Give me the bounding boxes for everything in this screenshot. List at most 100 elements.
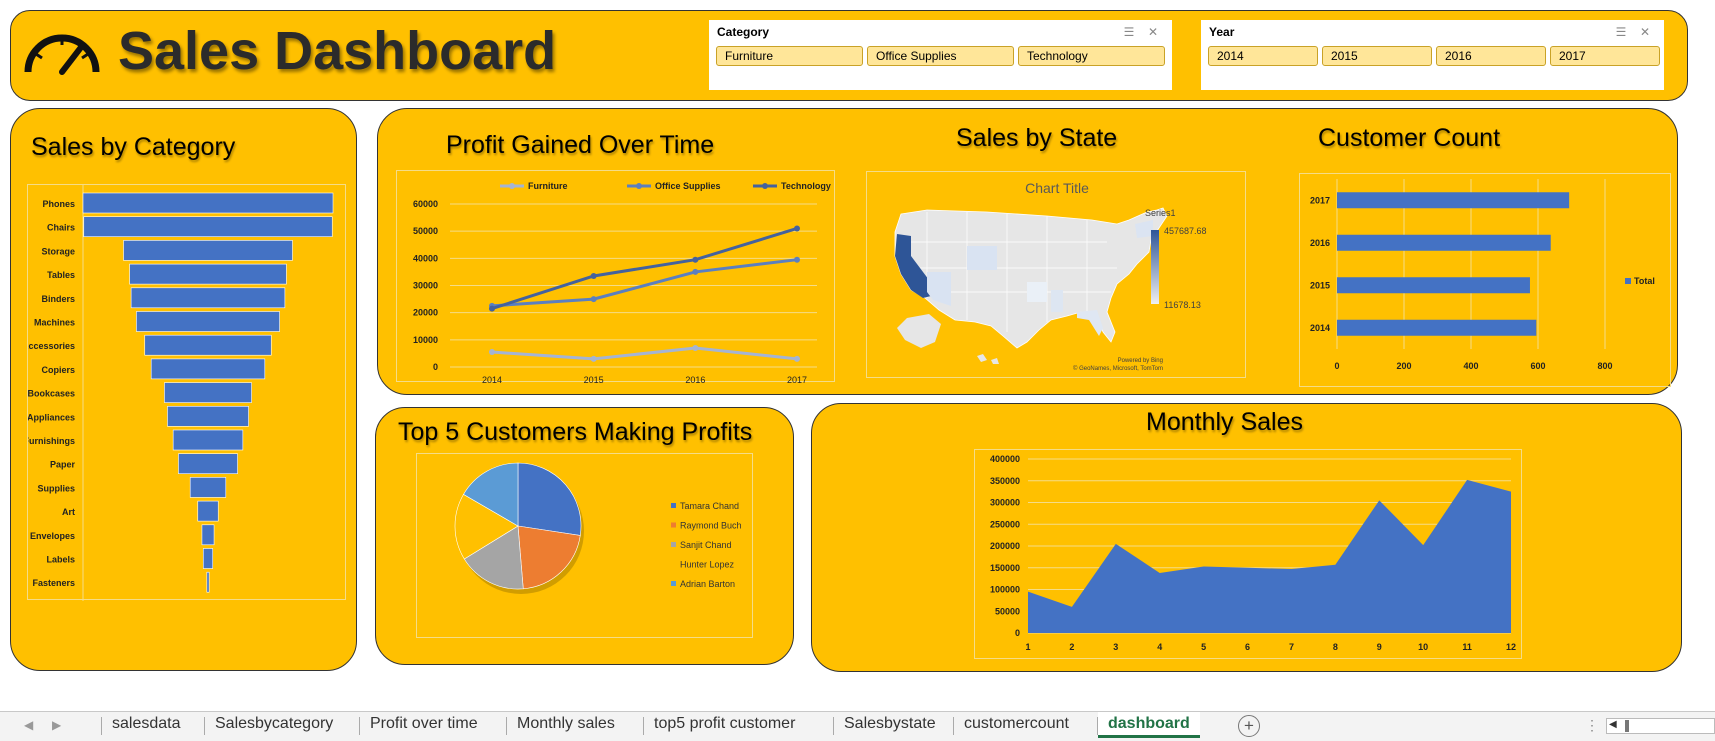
category-item-technology[interactable]: Technology (1018, 46, 1165, 66)
category-label: Copiers (41, 365, 75, 375)
profit-over-time-title: Profit Gained Over Time (446, 131, 715, 159)
year-slicer[interactable]: Year ☰ ✕ 2014 2015 2016 2017 (1201, 20, 1664, 90)
category-bar (197, 500, 219, 522)
sheet-tab-customercount[interactable]: customercount (954, 712, 1079, 738)
profit-point (692, 256, 699, 263)
profit-x-tick: 2015 (584, 375, 604, 383)
customer-x-tick: 0 (1334, 361, 1339, 371)
clear-filter-icon[interactable]: ✕ (1146, 25, 1160, 39)
monthly-y-tick: 250000 (990, 519, 1020, 529)
scroll-right-icon[interactable]: ▶ (52, 718, 61, 732)
sheet-tab-salesbystate[interactable]: Salesbystate (834, 712, 946, 738)
category-slicer-title: Category (717, 25, 770, 39)
category-label: Machines (34, 318, 75, 328)
profit-point (794, 256, 800, 263)
sales-by-category-plot[interactable]: Phones Chairs Storage Tables Binders Machines… (22, 184, 346, 601)
profit-over-time-plot[interactable]: 0 10000 20000 30000 40000 50000 60000 2014 2015 2… (396, 170, 835, 385)
category-bar (167, 406, 249, 427)
pie-legend-label: Sanjit Chand (680, 540, 732, 550)
pie-legend-swatch (671, 561, 676, 567)
category-bar (201, 524, 215, 546)
multi-select-icon[interactable]: ☰ (1614, 25, 1628, 39)
category-bar (164, 382, 252, 403)
map-legend-max: 457687.68 (1164, 226, 1207, 236)
profit-y-tick: 40000 (413, 253, 438, 263)
profit-y-tick: 20000 (413, 308, 438, 318)
profit-y-tick: 60000 (413, 199, 438, 209)
category-bar (130, 287, 286, 309)
profit-y-tick: 10000 (413, 335, 438, 345)
category-label: Furnishings (28, 436, 75, 446)
sales-by-category-title: Sales by Category (31, 133, 236, 161)
sheet-tab-top5-profit-customer[interactable]: top5 profit customer (644, 712, 805, 738)
monthly-x-tick: 7 (1289, 642, 1294, 652)
customer-x-tick: 800 (1597, 361, 1612, 371)
sheet-tab-salesbycategory[interactable]: Salesbycategory (205, 712, 343, 738)
multi-select-icon[interactable]: ☰ (1122, 25, 1136, 39)
pie-slice (517, 525, 581, 590)
category-item-furniture[interactable]: Furniture (716, 46, 863, 66)
category-label: Supplies (37, 483, 75, 493)
horizontal-scrollbar[interactable]: ◀ (1606, 718, 1715, 734)
customer-x-tick: 400 (1463, 361, 1478, 371)
category-label: Storage (41, 246, 75, 256)
monthly-x-tick: 11 (1462, 642, 1472, 652)
profit-point (590, 296, 597, 303)
dashboard-canvas: Sales Dashboard Category ☰ ✕ Furniture O… (0, 0, 1715, 741)
profit-point (794, 225, 800, 232)
profit-y-tick: 0 (433, 362, 438, 372)
category-bar (83, 216, 333, 238)
top5-customers-plot[interactable]: Tamara Chand Raymond Buch Sanjit Chand Hunt… (416, 453, 753, 638)
sheet-tab-monthly-sales[interactable]: Monthly sales (507, 712, 625, 738)
category-funnel-chart: Phones Chairs Storage Tables Binders Machines… (22, 185, 334, 601)
pie-slice (517, 462, 582, 536)
sales-by-state-plot[interactable]: Chart Title Series1 457687.68 11678.13 P… (866, 171, 1246, 378)
profit-point (590, 355, 597, 362)
year-slicer-title: Year (1209, 25, 1235, 39)
category-bar (178, 453, 238, 475)
monthly-y-tick: 50000 (995, 606, 1020, 616)
us-map: Chart Title Series1 457687.68 11678.13 P… (894, 180, 1207, 372)
category-bar (136, 311, 280, 332)
sheet-tab-profit-over-time[interactable]: Profit over time (360, 712, 488, 738)
profit-point (590, 272, 597, 279)
monthly-x-tick: 1 (1025, 642, 1030, 652)
category-item-office-supplies[interactable]: Office Supplies (867, 46, 1014, 66)
page-title: Sales Dashboard (118, 21, 557, 81)
sheet-tab-dashboard[interactable]: dashboard (1098, 712, 1200, 738)
profit-legend-label: Technology (781, 181, 831, 191)
map-legend-min: 11678.13 (1164, 300, 1201, 310)
year-item-2017[interactable]: 2017 (1550, 46, 1660, 66)
sheet-tab-salesdata[interactable]: salesdata (102, 712, 191, 738)
category-label: Labels (46, 555, 75, 565)
tab-split-handle[interactable]: ⋮ (1585, 717, 1599, 734)
scroll-left-icon[interactable]: ◀ (24, 718, 33, 732)
year-item-2014[interactable]: 2014 (1208, 46, 1318, 66)
monthly-y-tick: 200000 (990, 541, 1020, 551)
top5-pie-chart: Tamara Chand Raymond Buch Sanjit Chand Hunt… (454, 462, 742, 594)
monthly-sales-plot[interactable]: 0 50000 100000 150000 200000 250000 300000 3500… (974, 449, 1522, 659)
scrollbar-thumb[interactable] (1625, 720, 1629, 732)
category-bar (206, 571, 210, 593)
map-chart-title: Chart Title (1025, 180, 1089, 196)
add-sheet-button[interactable]: + (1238, 715, 1260, 737)
customer-bar (1337, 234, 1551, 251)
pie-legend-swatch (671, 522, 676, 528)
customer-count-plot[interactable]: 0 200 400 600 800 2017 2016 2015 2014 Total (1299, 173, 1671, 387)
scroll-left-arrow-icon[interactable]: ◀ (1609, 719, 1617, 730)
customer-y-tick: 2017 (1310, 195, 1330, 205)
profit-point (489, 305, 495, 312)
category-label: Tables (47, 270, 75, 280)
customer-count-title: Customer Count (1318, 124, 1501, 152)
map-legend-series: Series1 (1145, 208, 1176, 218)
year-item-2015[interactable]: 2015 (1322, 46, 1432, 66)
clear-filter-icon[interactable]: ✕ (1638, 25, 1652, 39)
state-hawaii (977, 354, 999, 364)
category-slicer[interactable]: Category ☰ ✕ Furniture Office Supplies T… (709, 20, 1172, 90)
category-label: Paper (50, 460, 76, 470)
map-legend-gradient (1151, 230, 1159, 304)
profit-x-tick: 2014 (482, 375, 502, 383)
customer-bar (1337, 319, 1537, 336)
category-bar (123, 240, 293, 261)
year-item-2016[interactable]: 2016 (1436, 46, 1546, 66)
